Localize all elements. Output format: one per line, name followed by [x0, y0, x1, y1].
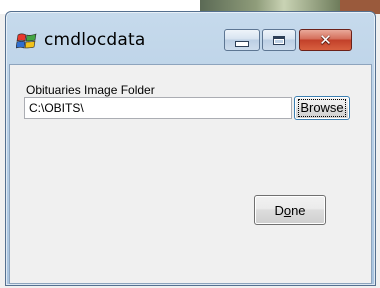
minimize-button[interactable]: [224, 29, 260, 51]
browse-button[interactable]: Browse: [294, 96, 350, 120]
minimize-icon: [235, 41, 249, 47]
folder-path-input[interactable]: [24, 97, 292, 119]
windows-flag-icon[interactable]: [15, 32, 38, 52]
title-bar[interactable]: cmdlocdata ✕: [6, 12, 375, 64]
close-icon: ✕: [319, 30, 332, 49]
browse-button-label: Browse: [298, 99, 346, 117]
window-title: cmdlocdata: [44, 30, 146, 50]
folder-label: Obituaries Image Folder: [26, 83, 155, 97]
close-button[interactable]: ✕: [299, 29, 352, 51]
done-button[interactable]: Done: [254, 195, 326, 225]
maximize-button[interactable]: [262, 29, 296, 51]
dialog-window: cmdlocdata ✕: [5, 11, 376, 286]
done-button-label: Done: [274, 202, 306, 218]
maximize-icon: [273, 35, 285, 45]
